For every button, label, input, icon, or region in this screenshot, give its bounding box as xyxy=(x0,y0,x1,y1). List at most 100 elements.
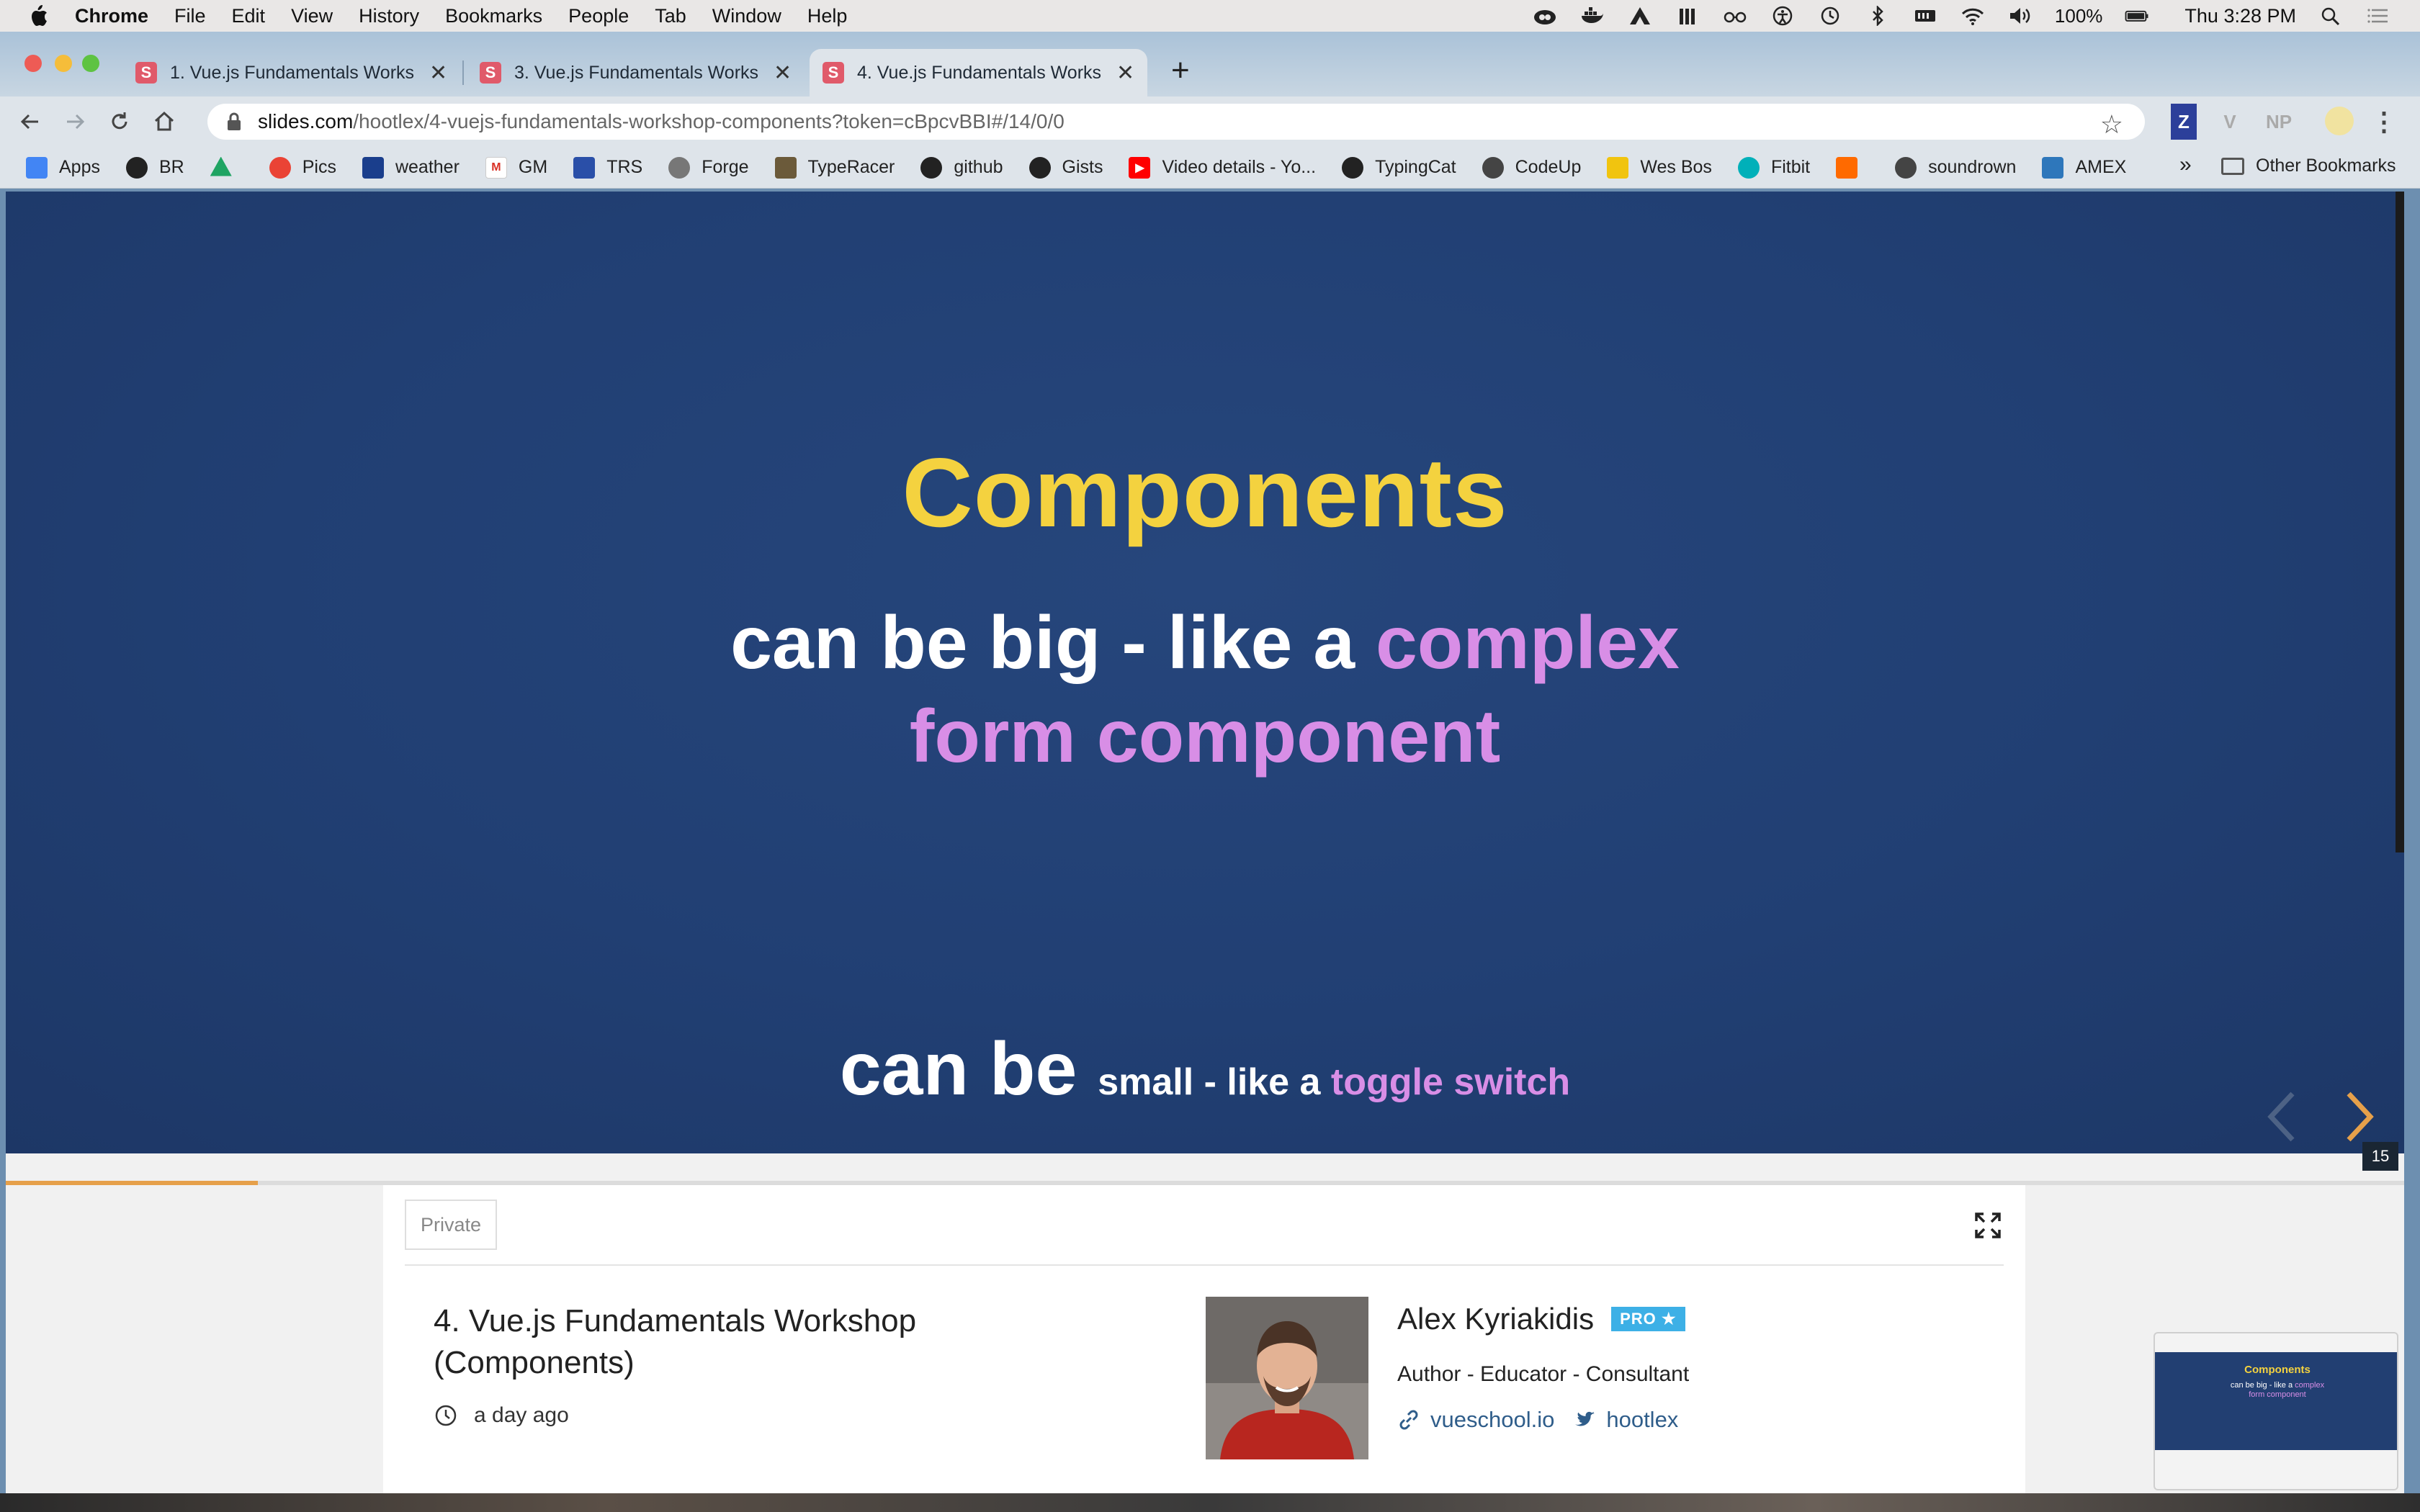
bookmark-amex[interactable]: AMEX xyxy=(2042,156,2126,179)
home-button[interactable] xyxy=(150,107,179,136)
close-tab-icon[interactable]: ✕ xyxy=(1116,60,1134,86)
address-bar[interactable]: slides.com/hootlex/4-vuejs-fundamentals-… xyxy=(207,104,2145,140)
fullscreen-icon[interactable] xyxy=(1973,1211,2002,1240)
tab-2[interactable]: S 3. Vue.js Fundamentals Workshop ✕ xyxy=(467,49,805,96)
bookmark-youtube-video-details[interactable]: ▶ Video details - Yo... xyxy=(1129,156,1316,179)
menu-edit[interactable]: Edit xyxy=(232,5,266,27)
twitter-icon xyxy=(1575,1411,1595,1426)
notification-center-icon[interactable] xyxy=(2365,6,2391,26)
typeracer-icon xyxy=(774,156,797,179)
bookmark-github[interactable]: github xyxy=(920,156,1003,179)
back-button[interactable] xyxy=(16,107,45,136)
menu-app-name[interactable]: Chrome xyxy=(75,5,148,27)
bluetooth-icon[interactable] xyxy=(1865,6,1891,26)
bookmark-wes-bos[interactable]: Wes Bos xyxy=(1607,156,1712,179)
close-tab-icon[interactable]: ✕ xyxy=(774,60,792,86)
bookmark-typeracer[interactable]: TypeRacer xyxy=(774,156,895,179)
bookmark-forge[interactable]: Forge xyxy=(668,156,749,179)
author-name[interactable]: Alex Kyriakidis PRO ★ xyxy=(1397,1302,1685,1336)
time-machine-icon[interactable] xyxy=(1817,6,1843,26)
istat-bars-icon[interactable] xyxy=(1675,6,1700,26)
visibility-badge[interactable]: Private xyxy=(405,1200,498,1250)
menu-view[interactable]: View xyxy=(291,5,333,27)
menu-people[interactable]: People xyxy=(568,5,629,27)
bookmark-codeup[interactable]: CodeUp xyxy=(1482,156,1581,179)
profile-avatar-icon[interactable] xyxy=(2325,107,2354,135)
glasses-icon[interactable] xyxy=(1722,6,1748,26)
accessibility-icon[interactable] xyxy=(1770,6,1796,26)
spotlight-search-icon[interactable] xyxy=(2318,6,2344,26)
folder-icon xyxy=(2221,157,2244,175)
browser-window: S 1. Vue.js Fundamentals Workshop ✕ S 3.… xyxy=(0,32,2420,1493)
clock-icon xyxy=(435,1405,457,1426)
author-avatar[interactable] xyxy=(1206,1297,1368,1459)
menu-tab[interactable]: Tab xyxy=(655,5,686,27)
docker-icon[interactable] xyxy=(1579,6,1605,26)
previous-slide-arrow-icon[interactable] xyxy=(2260,1088,2303,1146)
scrollbar-thumb[interactable] xyxy=(2396,192,2404,852)
volume-icon[interactable] xyxy=(2007,6,2033,26)
reload-button[interactable] xyxy=(105,107,134,136)
close-tab-icon[interactable]: ✕ xyxy=(429,60,447,86)
bookmark-strava[interactable] xyxy=(1836,156,1869,179)
menu-bookmarks[interactable]: Bookmarks xyxy=(445,5,542,27)
battery-icon[interactable] xyxy=(2124,6,2150,26)
bookmark-trs[interactable]: TRS xyxy=(573,156,642,179)
youtube-icon: ▶ xyxy=(1129,156,1151,179)
author-role: Author - Educator - Consultant xyxy=(1397,1362,1690,1386)
extension-v-icon[interactable]: V xyxy=(2217,104,2243,140)
menu-file[interactable]: File xyxy=(174,5,206,27)
bookmark-soundrown[interactable]: soundrown xyxy=(1895,156,2016,179)
bookmark-apps[interactable]: Apps xyxy=(26,156,100,179)
close-window-button[interactable] xyxy=(24,55,42,72)
creative-cloud-icon[interactable] xyxy=(1532,6,1558,26)
menu-help[interactable]: Help xyxy=(807,5,848,27)
web-page: Components can be big - like a complex f… xyxy=(6,192,2404,1493)
bookmarks-overflow-button[interactable]: » xyxy=(2179,153,2192,177)
author-name-text: Alex Kyriakidis xyxy=(1397,1302,1595,1336)
chrome-menu-icon[interactable]: ⋮ xyxy=(2371,104,2397,140)
author-twitter-link[interactable]: hootlex xyxy=(1573,1407,1678,1433)
bookmark-google-drive[interactable] xyxy=(210,156,243,179)
slides-favicon-icon: S xyxy=(480,62,501,84)
presentation-slide[interactable]: Components can be big - like a complex f… xyxy=(6,192,2404,1171)
crown-icon xyxy=(1607,156,1629,179)
gmail-icon: M xyxy=(485,156,507,179)
macos-menu-bar: Chrome File Edit View History Bookmarks … xyxy=(0,0,2420,32)
tab-1[interactable]: S 1. Vue.js Fundamentals Workshop ✕ xyxy=(122,49,460,96)
arc-logo-icon[interactable] xyxy=(1627,6,1653,26)
bookmark-gm[interactable]: M GM xyxy=(485,156,547,179)
bookmark-weather[interactable]: weather xyxy=(362,156,460,179)
lock-icon[interactable] xyxy=(226,112,242,131)
menu-history[interactable]: History xyxy=(359,5,419,27)
forward-button[interactable] xyxy=(60,107,89,136)
other-bookmarks-folder[interactable]: Other Bookmarks xyxy=(2221,156,2396,176)
bookmark-star-icon[interactable]: ☆ xyxy=(2100,109,2123,140)
menubar-clock[interactable]: Thu 3:28 PM xyxy=(2184,5,2296,27)
apple-logo-icon[interactable] xyxy=(27,4,49,28)
memory-icon[interactable] xyxy=(1912,6,1938,26)
bookmarks-bar: Apps BR Pics weather M GM TRS Forge TypeR… xyxy=(0,147,2420,189)
deck-info-card: Private 4. Vue.js Fundamentals Workshop … xyxy=(383,1185,2025,1493)
menu-window[interactable]: Window xyxy=(712,5,781,27)
screenshot-thumbnail[interactable]: Components can be big - like a complex f… xyxy=(2154,1332,2398,1490)
globe-icon xyxy=(1895,156,1917,179)
tab-3-active[interactable]: S 4. Vue.js Fundamentals Workshop ✕ xyxy=(810,49,1148,96)
author-website-link[interactable]: vueschool.io xyxy=(1397,1407,1554,1433)
slide-text-highlight: complex xyxy=(1375,601,1680,685)
next-slide-arrow-icon[interactable] xyxy=(2338,1088,2381,1146)
slide-title: Components xyxy=(902,438,1508,547)
new-tab-button[interactable]: + xyxy=(1171,55,1190,86)
bookmark-pics[interactable]: Pics xyxy=(269,156,336,179)
extension-z-icon[interactable]: Z xyxy=(2171,104,2197,140)
bookmark-typingcat[interactable]: TypingCat xyxy=(1342,156,1456,179)
minimize-window-button[interactable] xyxy=(55,55,72,72)
bookmark-gists[interactable]: Gists xyxy=(1028,156,1103,179)
bookmark-fitbit[interactable]: Fitbit xyxy=(1737,156,1810,179)
zoom-window-button[interactable] xyxy=(82,55,99,72)
trs-icon xyxy=(573,156,596,179)
bookmark-br[interactable]: BR xyxy=(125,156,184,179)
wifi-icon[interactable] xyxy=(1960,6,1986,26)
slide-text-white: small - like a xyxy=(1098,1061,1331,1103)
extension-np-icon[interactable]: NP xyxy=(2262,104,2296,140)
